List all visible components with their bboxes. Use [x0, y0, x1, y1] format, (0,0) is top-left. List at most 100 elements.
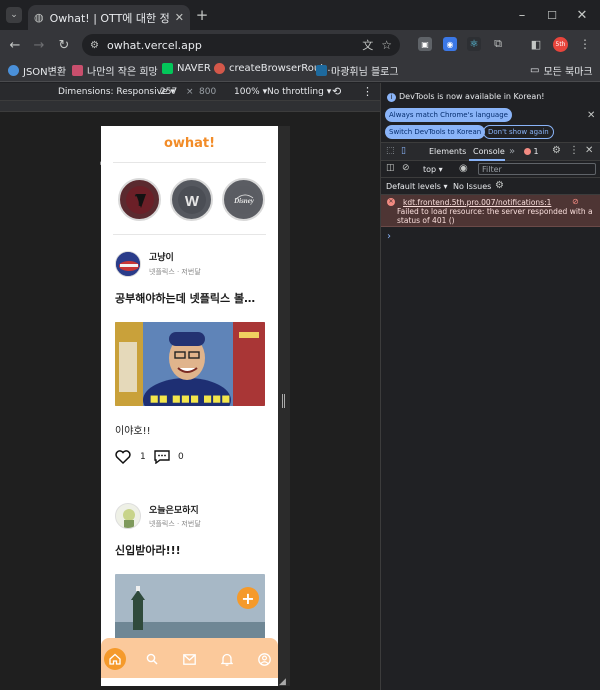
tab-elements[interactable]: Elements [429, 147, 466, 156]
app-logo[interactable]: owhat! [101, 136, 278, 151]
console-error-message: ✕ kdt.frontend.5th.pro.007/notifications… [381, 195, 600, 227]
error-source-icon[interactable]: ⊘ [572, 197, 579, 206]
post-1-title[interactable]: 공부해야하는데 넷플릭스 볼… [115, 290, 270, 306]
svg-text:Disney: Disney [233, 197, 255, 205]
devtools-close-icon[interactable]: ✕ [585, 145, 593, 156]
reload-button[interactable]: ↻ [55, 36, 73, 54]
close-window-button[interactable]: ✕ [574, 7, 590, 23]
mobile-viewport: owhat! T W Disney 고냥이 넷플릭스 · 저번달 공부해야하는데… [101, 126, 278, 686]
bookmark-hope[interactable]: 나만의 작은 희망 [72, 63, 158, 78]
extension-1-icon[interactable]: ▣ [418, 37, 432, 51]
forward-button[interactable]: → [30, 36, 48, 54]
devtools-panel: i DevTools is now available in Korean! ✕… [380, 83, 600, 690]
post-2-image[interactable] [115, 574, 265, 644]
profile-avatar[interactable]: 5th [553, 37, 568, 52]
issues-button[interactable]: No Issues [451, 182, 491, 191]
bookmark-hope-icon [72, 65, 83, 76]
site-info-icon[interactable]: ⚙ [90, 40, 99, 51]
address-bar[interactable]: ⚙ owhat.vercel.app 文 ☆ [82, 34, 400, 56]
device-toggle-icon[interactable]: ▯ [401, 146, 406, 156]
switch-korean-button[interactable]: Switch DevTools to Korean [385, 125, 486, 139]
post-2-avatar[interactable] [115, 503, 141, 529]
bell-icon [221, 653, 233, 666]
rotate-icon[interactable]: ⟲ [332, 85, 341, 98]
globe-icon: ◍ [34, 11, 44, 24]
match-language-button[interactable]: Always match Chrome's language [385, 108, 512, 122]
post-1-image[interactable]: ◼◼ ◼◼◼ ◼◼◼ [115, 322, 265, 406]
devtools-menu-icon[interactable]: ⋮ [569, 145, 579, 156]
nav-notifications[interactable] [216, 648, 238, 670]
close-icon[interactable]: ✕ [175, 11, 184, 24]
extension-2-icon[interactable]: ◉ [443, 37, 457, 51]
arrow-left-icon: ← [9, 37, 21, 53]
all-bookmarks[interactable]: ▭ 모든 북마크 [530, 63, 593, 78]
error-count-badge[interactable]: 1 [524, 147, 539, 156]
tab-search-button[interactable]: ⌄ [6, 7, 22, 23]
clear-console-icon[interactable]: ⊘ [402, 163, 410, 173]
comment-button[interactable] [154, 450, 170, 467]
post-1-username[interactable]: 고냥이 [149, 250, 174, 263]
bookmark-router-icon [214, 63, 225, 74]
tab-console[interactable]: Console [473, 147, 505, 156]
like-button[interactable] [115, 450, 131, 467]
context-select[interactable]: top ▾ [423, 165, 443, 174]
svg-text:W: W [184, 193, 199, 210]
post-2-username[interactable]: 오늘은모하지 [149, 503, 199, 516]
tab-title: Owhat! | OTT에 대한 정보를 공유하는 [49, 11, 169, 25]
extension-3-icon[interactable]: ⚛ [467, 37, 481, 51]
ott-tving-button[interactable]: T [118, 178, 161, 221]
height-input[interactable]: 800 [199, 87, 216, 97]
translate-icon[interactable]: 文 [362, 37, 373, 53]
ott-watcha-button[interactable]: W [170, 178, 213, 221]
bookmark-json-icon [8, 65, 19, 76]
nav-messages[interactable] [178, 648, 200, 670]
emulation-menu-icon[interactable]: ⋮ [362, 85, 373, 98]
folder-icon: ▭ [530, 65, 540, 76]
width-input[interactable]: 257 [160, 87, 177, 97]
console-settings-icon[interactable]: ⚙ [495, 180, 504, 191]
extensions-puzzle-icon[interactable]: ⧉ [491, 37, 505, 51]
dimensions-select[interactable]: Dimensions: Responsive ▾ [58, 87, 175, 97]
levels-select[interactable]: Default levels ▾ [386, 182, 448, 191]
nav-search[interactable] [141, 648, 163, 670]
back-button[interactable]: ← [6, 36, 24, 54]
corner-resize-icon[interactable]: ◢ [279, 677, 286, 687]
new-tab-button[interactable]: + [194, 6, 210, 24]
dont-show-button[interactable]: Don't show again [483, 125, 554, 139]
ott-disney-button[interactable]: Disney [222, 178, 265, 221]
resize-handle-icon[interactable] [282, 394, 285, 408]
settings-icon[interactable]: ⚙ [552, 145, 561, 156]
bookmark-blog[interactable]: 마광휘님 블로그 [316, 63, 399, 78]
sidebar-toggle-icon[interactable]: ◫ [386, 163, 395, 173]
disney-icon: Disney [229, 185, 258, 214]
banner-close-icon[interactable]: ✕ [587, 110, 595, 121]
resize-gutter[interactable] [278, 126, 290, 686]
create-post-button[interactable]: + [237, 587, 259, 609]
error-source-link[interactable]: kdt.frontend.5th.pro.007/notifications:1 [403, 198, 551, 207]
console-prompt[interactable]: › [387, 231, 391, 242]
nav-home[interactable] [104, 648, 126, 670]
more-tabs-icon[interactable]: » [509, 146, 515, 157]
bookmarks-bar: JSON변환 나만의 작은 희망 NAVER createBrowserRout… [0, 60, 600, 82]
filter-input[interactable]: Filter [478, 163, 596, 175]
inspect-icon[interactable]: ⬚ [386, 146, 395, 156]
maximize-button[interactable]: ☐ [544, 7, 560, 23]
browser-menu-button[interactable]: ⋮ [578, 37, 592, 51]
post-1-avatar[interactable] [115, 251, 141, 277]
minimize-button[interactable]: – [514, 7, 530, 23]
nav-profile[interactable] [253, 648, 275, 670]
browser-toolbar: ← → ↻ ⚙ owhat.vercel.app 文 ☆ ▣ ◉ ⚛ ⧉ ◧ 5… [0, 30, 600, 60]
active-tab[interactable]: ◍ Owhat! | OTT에 대한 정보를 공유하는 ✕ [28, 5, 190, 30]
zoom-select[interactable]: 100% ▾ [234, 87, 267, 97]
user-icon [257, 652, 271, 666]
eye-icon[interactable]: ◉ [459, 163, 468, 174]
post-2-title[interactable]: 신입받아라!!! [115, 542, 270, 558]
bottom-navigation [101, 638, 278, 678]
post-1-body: 이야호!! [115, 426, 151, 437]
throttle-select[interactable]: No throttling ▾ [267, 87, 331, 97]
side-panel-icon[interactable]: ◧ [529, 37, 543, 51]
reload-icon: ↻ [58, 37, 70, 53]
star-icon[interactable]: ☆ [381, 38, 392, 52]
bookmark-naver[interactable]: NAVER [162, 63, 211, 74]
bookmark-json[interactable]: JSON변환 [8, 63, 66, 78]
